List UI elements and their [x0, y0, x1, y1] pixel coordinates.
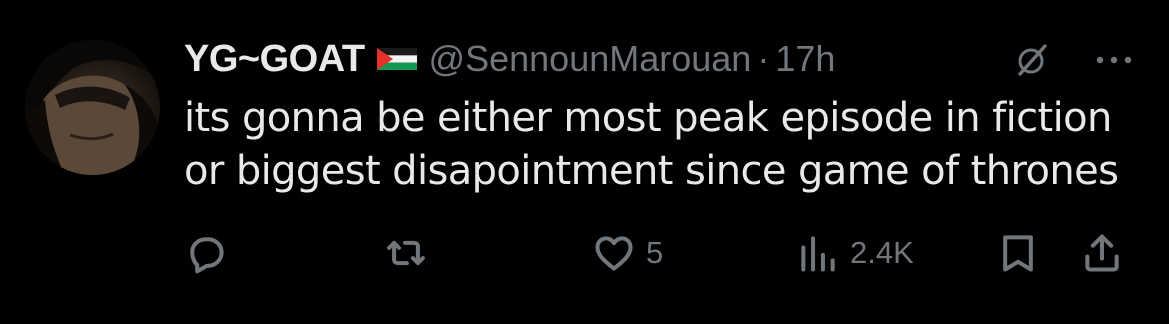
share-icon [1085, 234, 1119, 272]
views-button[interactable]: 2.4K [796, 228, 914, 278]
grok-icon[interactable] [1012, 40, 1052, 80]
avatar-image [25, 40, 160, 175]
action-bar: 5 2.4K [184, 228, 1144, 278]
views-count: 2.4K [850, 235, 914, 270]
palestine-flag-icon [376, 48, 417, 70]
reply-icon [190, 237, 224, 274]
timestamp[interactable]: 17h [775, 38, 835, 80]
retweet-button[interactable] [384, 228, 438, 278]
bookmark-icon [1003, 235, 1033, 272]
reply-button[interactable] [184, 228, 238, 278]
separator-dot: · [757, 38, 770, 79]
like-count: 5 [646, 235, 664, 270]
avatar[interactable] [25, 40, 160, 175]
views-icon [801, 236, 835, 272]
tweet-text-line: its gonna be either most peak episode in… [184, 95, 1112, 141]
retweet-icon [387, 240, 425, 266]
bookmark-button[interactable] [996, 228, 1040, 278]
like-button[interactable]: 5 [592, 228, 663, 278]
display-name[interactable]: YG~GOAT [184, 38, 365, 81]
tweet-text-line: or biggest disapointment since game of t… [184, 148, 1119, 194]
tweet-header: YG~GOAT @SennounMarouan · 17h [184, 34, 835, 84]
heart-icon [595, 236, 633, 271]
handle[interactable]: @SennounMarouan [429, 38, 752, 80]
share-button[interactable] [1080, 228, 1124, 278]
tweet-text: its gonna be either most peak episode in… [184, 92, 1159, 198]
more-options-icon[interactable] [1090, 40, 1138, 80]
